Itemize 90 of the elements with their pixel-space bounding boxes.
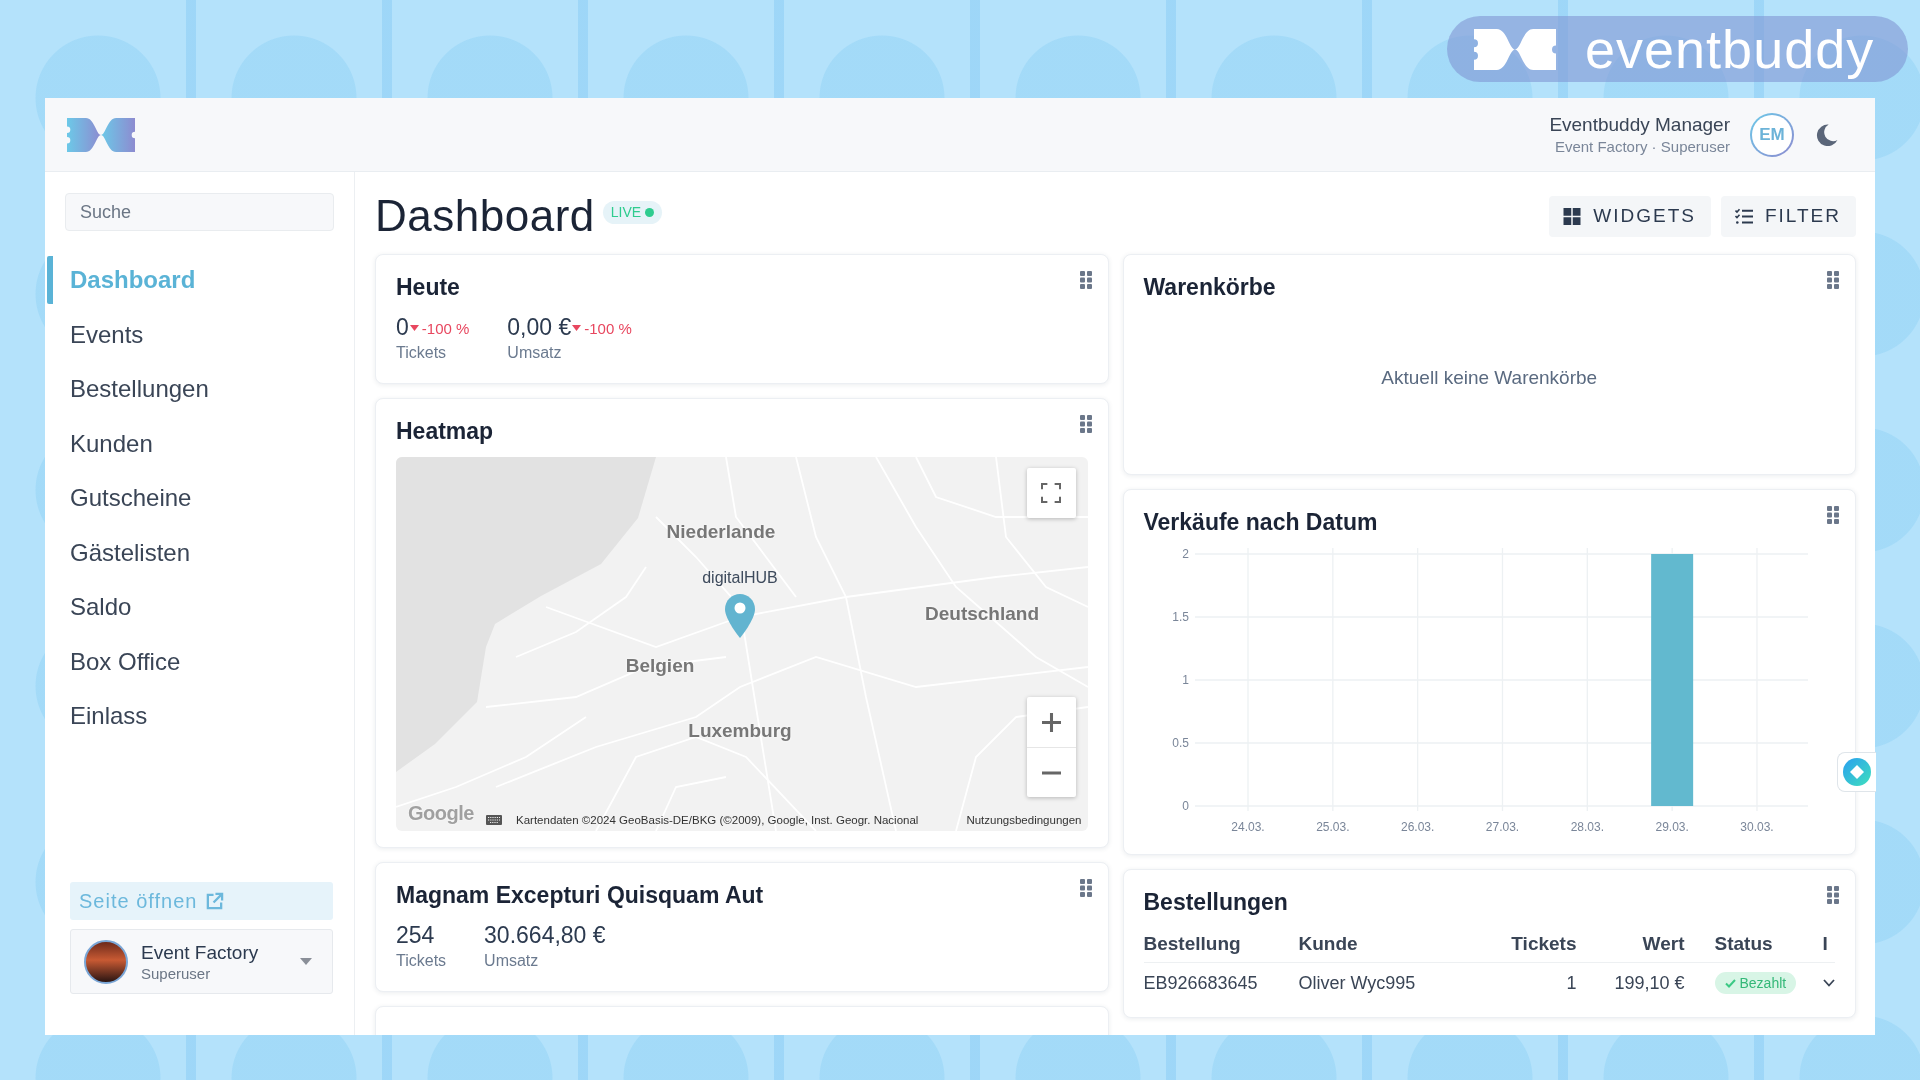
- keyboard-icon[interactable]: [486, 815, 502, 825]
- stat-change: -100 %: [584, 318, 632, 339]
- axis-tick-label: 26.03.: [1400, 820, 1434, 834]
- check-icon: [1724, 978, 1736, 988]
- axis-tick-label: 0: [1181, 799, 1189, 813]
- empty-state-text: Aktuell keine Warenkörbe: [1381, 366, 1598, 389]
- sidebar-item[interactable]: Box Office: [47, 637, 333, 686]
- column-header: Bestellung: [1143, 933, 1241, 955]
- axis-tick-label: 2: [1181, 547, 1189, 561]
- table-cell: EB926683645: [1143, 972, 1258, 994]
- fullscreen-button[interactable]: [1026, 468, 1076, 518]
- axis-tick-label: 27.03.: [1485, 820, 1519, 834]
- sidebar-item[interactable]: Events: [47, 310, 333, 359]
- card-title: Bestellungen: [1143, 888, 1288, 916]
- axis-tick-label: 28.03.: [1570, 820, 1604, 834]
- axis-tick-label: 0.5: [1171, 736, 1189, 750]
- org-role: Superuser: [141, 963, 211, 983]
- sidebar-item[interactable]: Saldo: [47, 583, 333, 631]
- user-subtitle: Event Factory · Superuser: [1554, 136, 1730, 157]
- photo-placeholder: [84, 939, 128, 984]
- plus-icon: [1041, 712, 1061, 732]
- stat-label: Tickets: [396, 951, 447, 971]
- minus-icon: [1041, 770, 1061, 775]
- caret-down-icon: [300, 958, 312, 965]
- sidebar-item[interactable]: Einlass: [47, 692, 333, 740]
- organization-switcher[interactable]: Event Factory Superuser: [70, 929, 333, 994]
- map-marker-label: digitalHUB: [702, 569, 778, 587]
- grid-icon: [1563, 207, 1582, 225]
- drag-handle-icon[interactable]: [1827, 506, 1839, 524]
- column-header: I: [1822, 933, 1828, 955]
- search-field[interactable]: Suche: [65, 193, 334, 231]
- checklist-icon: [1734, 207, 1753, 225]
- status-label: Bezahlt: [1739, 975, 1787, 991]
- drag-handle-icon[interactable]: [1827, 886, 1839, 904]
- live-dot-icon: [645, 208, 655, 217]
- stat-value: 30.664,80 €: [484, 921, 606, 949]
- stat-value: 0: [396, 313, 409, 341]
- map-attribution: Kartendaten ©2024 GeoBasis-DE/BKG (©2009), Google, Inst. Geogr. Nacional: [516, 814, 919, 826]
- user-name: Eventbuddy Manager: [1549, 112, 1730, 137]
- brand-wordmark: eventbuddy: [1585, 19, 1875, 79]
- sidebar-item[interactable]: Bestellungen: [47, 365, 333, 413]
- map-country-label: Niederlande: [666, 521, 776, 543]
- moon-icon[interactable]: [1816, 123, 1838, 146]
- drag-handle-icon[interactable]: [1079, 415, 1092, 433]
- stat-label: Umsatz: [484, 951, 539, 971]
- stat-value: 0,00 €: [507, 313, 572, 341]
- widgets-button[interactable]: WIDGETS: [1549, 195, 1711, 237]
- axis-tick-label: 24.03.: [1230, 820, 1265, 834]
- sidebar-item[interactable]: Gutscheine: [47, 474, 333, 522]
- card-title: Magnam Excepturi Quisquam Aut: [396, 881, 764, 909]
- live-label: LIVE: [610, 204, 642, 221]
- org-name: Event Factory: [141, 940, 259, 964]
- map-country-label: Belgien: [625, 655, 695, 677]
- table-cell: Oliver Wyc995: [1298, 972, 1416, 994]
- drag-handle-icon[interactable]: [1079, 271, 1092, 289]
- filter-button[interactable]: FILTER: [1720, 195, 1856, 237]
- drag-handle-icon[interactable]: [1827, 271, 1839, 289]
- sidebar-item[interactable]: Kunden: [47, 419, 333, 468]
- page-title: Dashboard: [375, 191, 595, 241]
- column-header: Wert: [1642, 933, 1685, 955]
- drag-handle-icon[interactable]: [1079, 879, 1092, 897]
- map-provider-logo: Google: [408, 802, 474, 825]
- stat-change: -100 %: [421, 318, 470, 339]
- axis-tick-label: 1: [1181, 673, 1189, 687]
- fullscreen-icon: [1041, 483, 1061, 503]
- axis-tick-label: 25.03.: [1315, 820, 1349, 834]
- terms-link[interactable]: Nutzungsbedingungen: [966, 814, 1082, 826]
- stat-label: Umsatz: [507, 343, 562, 363]
- external-link-icon: [205, 891, 225, 911]
- table-cell: 199,10 €: [1614, 972, 1685, 994]
- map-pin-icon[interactable]: [725, 594, 755, 638]
- card-title: Heatmap: [396, 417, 494, 445]
- map-country-label: Deutschland: [925, 603, 1039, 625]
- axis-tick-label: 1.5: [1171, 610, 1189, 624]
- axis-tick-label: 29.03.: [1654, 820, 1689, 834]
- card-title: Warenkörbe: [1143, 273, 1276, 301]
- stat-value: 254: [396, 921, 435, 949]
- assistant-button[interactable]: [1837, 752, 1876, 792]
- column-header: Status: [1714, 933, 1773, 955]
- table-cell: 1: [1566, 972, 1577, 994]
- sidebar-item[interactable]: Gästelisten: [47, 528, 333, 577]
- chevron-down-icon[interactable]: [1822, 979, 1835, 987]
- column-header: Kunde: [1298, 933, 1358, 955]
- card-title: Heute: [396, 273, 460, 301]
- axis-tick-label: 30.03.: [1739, 820, 1774, 834]
- map-country-label: Luxemburg: [688, 720, 792, 742]
- stat-label: Tickets: [396, 343, 447, 363]
- logo-icon[interactable]: [65, 117, 137, 152]
- card-title: Verkäufe nach Datum: [1143, 508, 1378, 536]
- column-header: Tickets: [1511, 933, 1577, 955]
